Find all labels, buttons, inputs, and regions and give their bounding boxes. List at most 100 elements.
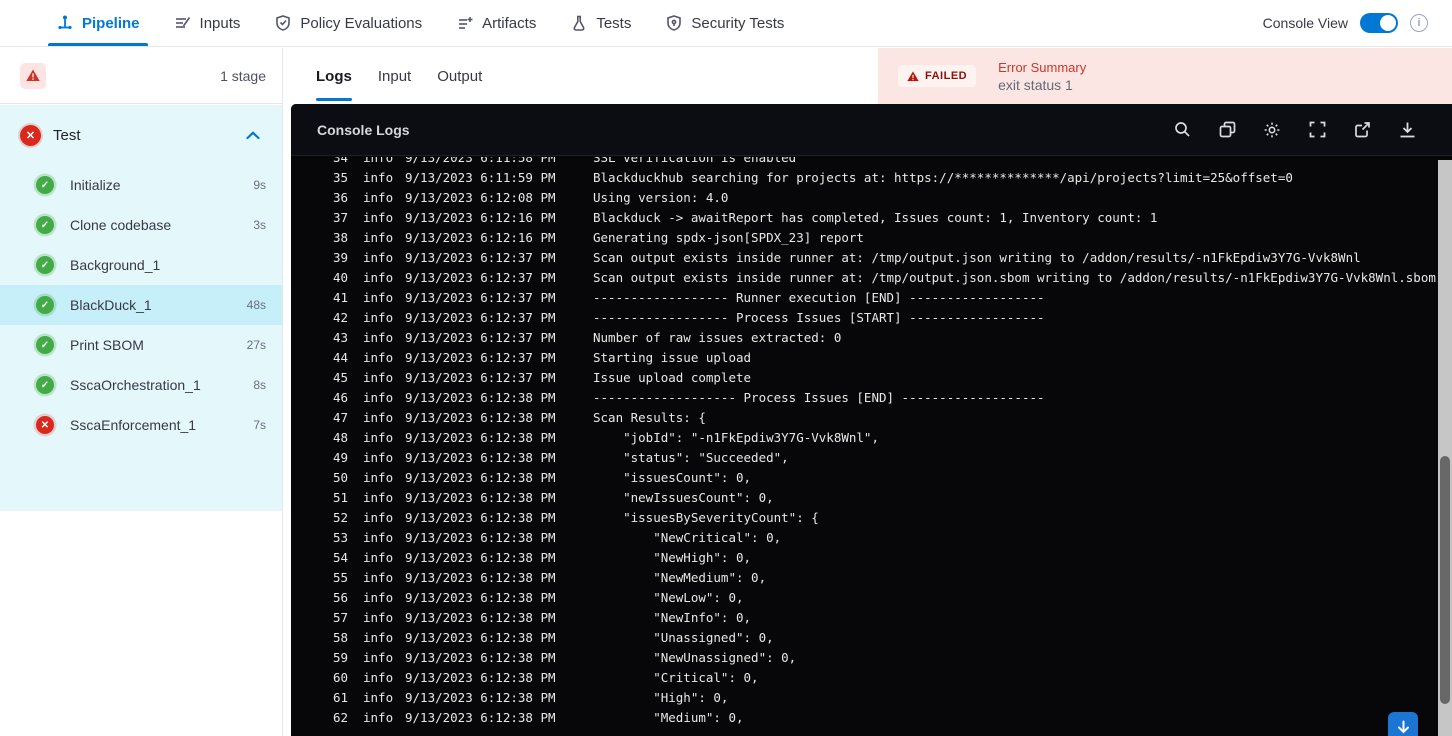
- log-line-number: 43: [333, 330, 349, 345]
- log-scrollbar-track[interactable]: [1438, 160, 1452, 736]
- step-row[interactable]: ✓ Background_1: [0, 245, 282, 285]
- flask-icon: [570, 14, 588, 32]
- log-level: info: [363, 530, 394, 545]
- log-message: "High": 0,: [593, 690, 729, 705]
- scroll-to-bottom-button[interactable]: [1388, 712, 1418, 736]
- log-line: 37 info 9/13/2023 6:12:16 PM Blackduck -…: [333, 208, 1438, 228]
- fullscreen-icon[interactable]: [1308, 121, 1326, 139]
- settings-gear-icon[interactable]: [1263, 121, 1281, 139]
- step-duration: 27s: [246, 338, 266, 352]
- tab-artifacts-label: Artifacts: [482, 14, 537, 32]
- log-message: "NewHigh": 0,: [593, 550, 752, 565]
- log-message: Scan Results: {: [593, 410, 706, 425]
- pipeline-icon: [56, 14, 74, 32]
- log-message: ------------------ Process Issues [START…: [593, 310, 1045, 325]
- error-summary-message: exit status 1: [998, 76, 1073, 93]
- log-line-number: 54: [333, 550, 349, 565]
- log-message: "NewLow": 0,: [593, 590, 744, 605]
- console-header: Console Logs: [291, 104, 1452, 156]
- log-message: Scan output exists inside runner at: /tm…: [593, 250, 1361, 265]
- step-label: Initialize: [70, 177, 121, 193]
- log-scrollbar-thumb[interactable]: [1440, 456, 1450, 704]
- log-message: "jobId": "-n1FkEpdiw3Y7G-Vvk8Wnl",: [593, 430, 879, 445]
- log-level: info: [363, 590, 394, 605]
- log-line: 34 info 9/13/2023 6:11:58 PM SSL verific…: [333, 157, 1438, 168]
- log-line: 58 info 9/13/2023 6:12:38 PM "Unassigned…: [333, 628, 1438, 648]
- tab-inputs[interactable]: Inputs: [174, 0, 240, 46]
- log-timestamp: 9/13/2023 6:12:38 PM: [405, 650, 556, 665]
- tab-logs[interactable]: Logs: [316, 48, 352, 104]
- log-message: "Medium": 0,: [593, 710, 744, 725]
- tab-policy-evaluations[interactable]: Policy Evaluations: [274, 0, 422, 46]
- copy-icon[interactable]: [1218, 121, 1236, 139]
- log-level: info: [363, 330, 394, 345]
- log-line-number: 38: [333, 230, 349, 245]
- console-view-toggle[interactable]: [1360, 13, 1398, 33]
- log-line: 38 info 9/13/2023 6:12:16 PM Generating …: [333, 228, 1438, 248]
- log-line: 47 info 9/13/2023 6:12:38 PM Scan Result…: [333, 408, 1438, 428]
- chevron-up-icon[interactable]: [246, 130, 260, 140]
- step-label: Background_1: [70, 257, 161, 273]
- tab-pipeline[interactable]: Pipeline: [48, 0, 148, 46]
- log-level: info: [363, 157, 394, 165]
- log-line-number: 47: [333, 410, 349, 425]
- log-level: info: [363, 670, 394, 685]
- tab-tests[interactable]: Tests: [570, 0, 631, 46]
- info-icon[interactable]: i: [1410, 14, 1428, 32]
- open-in-new-icon[interactable]: [1353, 121, 1371, 139]
- log-timestamp: 9/13/2023 6:11:58 PM: [405, 157, 556, 165]
- log-message: Issue upload complete: [593, 370, 752, 385]
- log-timestamp: 9/13/2023 6:12:38 PM: [405, 570, 556, 585]
- log-line: 48 info 9/13/2023 6:12:38 PM "jobId": "-…: [333, 428, 1438, 448]
- log-message: Number of raw issues extracted: 0: [593, 330, 842, 345]
- log-level: info: [363, 290, 394, 305]
- log-line: 45 info 9/13/2023 6:12:37 PM Issue uploa…: [333, 368, 1438, 388]
- log-line: 54 info 9/13/2023 6:12:38 PM "NewHigh": …: [333, 548, 1438, 568]
- step-row[interactable]: ✓ BlackDuck_1 48s: [0, 285, 282, 325]
- step-status-icon: ✓: [36, 296, 54, 314]
- log-level: info: [363, 230, 394, 245]
- log-timestamp: 9/13/2023 6:12:38 PM: [405, 510, 556, 525]
- stage-count: 1 stage: [220, 67, 266, 84]
- log-timestamp: 9/13/2023 6:12:37 PM: [405, 290, 556, 305]
- search-icon[interactable]: [1173, 121, 1191, 139]
- log-level: info: [363, 350, 394, 365]
- log-timestamp: 9/13/2023 6:12:38 PM: [405, 630, 556, 645]
- log-viewport[interactable]: 34 info 9/13/2023 6:11:58 PM SSL verific…: [291, 157, 1438, 736]
- step-row[interactable]: ✓ Initialize 9s: [0, 165, 282, 205]
- warning-triangle-icon: [907, 70, 919, 81]
- log-line-number: 48: [333, 430, 349, 445]
- log-line-number: 51: [333, 490, 349, 505]
- tab-artifacts[interactable]: Artifacts: [456, 0, 536, 46]
- log-line-number: 62: [333, 710, 349, 725]
- tab-input[interactable]: Input: [378, 48, 411, 104]
- download-icon[interactable]: [1398, 121, 1416, 139]
- log-level: info: [363, 270, 394, 285]
- sidebar-summary-row: 1 stage: [0, 48, 282, 104]
- shield-check-icon: [274, 14, 292, 32]
- log-line: 50 info 9/13/2023 6:12:38 PM "issuesCoun…: [333, 468, 1438, 488]
- log-line: 41 info 9/13/2023 6:12:37 PM -----------…: [333, 288, 1438, 308]
- tab-input-label: Input: [377, 67, 412, 85]
- failed-badge: FAILED: [898, 65, 977, 87]
- tab-security-tests[interactable]: Security Tests: [665, 0, 784, 46]
- log-level: info: [363, 390, 394, 405]
- step-row[interactable]: ✓ Print SBOM 27s: [0, 325, 282, 365]
- log-message: SSL verification is enabled: [593, 157, 797, 165]
- log-message: "status": "Succeeded",: [593, 450, 789, 465]
- step-row[interactable]: ✕ SscaEnforcement_1 7s: [0, 405, 282, 445]
- step-row[interactable]: ✓ SscaOrchestration_1 8s: [0, 365, 282, 405]
- log-message: Blackduckhub searching for projects at: …: [593, 170, 1293, 185]
- log-line-number: 39: [333, 250, 349, 265]
- log-line: 55 info 9/13/2023 6:12:38 PM "NewMedium"…: [333, 568, 1438, 588]
- log-level: info: [363, 630, 394, 645]
- log-level: info: [363, 310, 394, 325]
- step-row[interactable]: ✓ Clone codebase 3s: [0, 205, 282, 245]
- tab-output[interactable]: Output: [437, 48, 482, 104]
- console-logs-panel: Console Logs 34 info 9/13/2023 6:11:58 P…: [291, 104, 1452, 736]
- log-message: "NewUnassigned": 0,: [593, 650, 797, 665]
- stage-header-test[interactable]: ✕ Test: [0, 105, 282, 165]
- step-duration: 9s: [253, 178, 266, 192]
- log-message: Starting issue upload: [593, 350, 752, 365]
- log-line: 59 info 9/13/2023 6:12:38 PM "NewUnassig…: [333, 648, 1438, 668]
